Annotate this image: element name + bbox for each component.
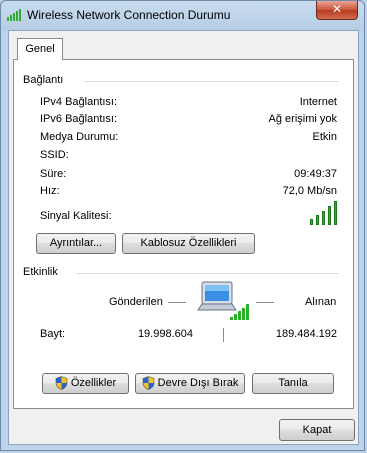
tab-genel[interactable]: Genel [17, 38, 63, 60]
bytes-sent-value: 19.998.604 [137, 328, 193, 340]
close-button[interactable]: Kapat [279, 419, 355, 441]
sent-label: Gönderilen [109, 296, 163, 308]
window-close-button[interactable]: ✕ [316, 1, 358, 20]
signal-bar-5 [334, 201, 337, 225]
wireless-properties-button[interactable]: Kablosuz Özellikleri [122, 233, 255, 254]
speed-label: Hız: [40, 185, 60, 197]
connection-section-title: Bağlantı [23, 74, 64, 86]
ssid-label: SSID: [40, 149, 69, 161]
bytes-label: Bayt: [40, 328, 66, 340]
sent-line [168, 302, 186, 303]
received-line [256, 302, 274, 303]
media-state-value: Etkin [312, 131, 337, 143]
network-computer-icon [197, 281, 249, 320]
tab-panel-genel: Bağlantı IPv4 Bağlantısı: Internet IPv6 … [13, 59, 354, 409]
dialog-client-area: Genel Bağlantı IPv4 Bağlantısı: Internet… [8, 30, 359, 445]
activity-divider [76, 273, 339, 274]
details-button[interactable]: Ayrıntılar... [36, 233, 116, 254]
shield-icon [55, 375, 68, 390]
title-bar[interactable]: Wireless Network Connection Durumu ✕ [1, 1, 364, 29]
ipv4-value: Internet [299, 96, 337, 108]
disable-button-label: Devre Dışı Bırak [157, 377, 239, 389]
ipv6-label: IPv6 Bağlantısı: [40, 113, 118, 125]
signal-bar-2 [316, 215, 319, 225]
signal-quality-bars-icon [310, 201, 340, 225]
bytes-divider [223, 328, 224, 342]
ipv6-value: Ağ erişimi yok [268, 113, 337, 125]
signal-quality-label: Sinyal Kalitesi: [40, 210, 112, 222]
shield-icon [142, 375, 154, 390]
wireless-signal-icon [7, 9, 21, 21]
status-window: Wireless Network Connection Durumu ✕ Gen… [0, 0, 365, 451]
signal-bar-3 [322, 211, 325, 225]
duration-value: 09:49:37 [294, 168, 337, 180]
speed-value: 72,0 Mb/sn [282, 185, 337, 197]
duration-label: Süre: [40, 168, 67, 180]
window-title: Wireless Network Connection Durumu [27, 8, 231, 22]
media-state-label: Medya Durumu: [40, 131, 119, 143]
bytes-received-value: 189.484.192 [275, 328, 337, 340]
ipv4-label: IPv4 Bağlantısı: [40, 96, 118, 108]
signal-bar-4 [328, 206, 331, 225]
properties-button[interactable]: Özellikler [42, 373, 129, 394]
received-label: Alınan [305, 296, 337, 308]
activity-section-title: Etkinlik [23, 266, 58, 278]
signal-bar-1 [310, 219, 313, 225]
diagnose-button[interactable]: Tanıla [252, 373, 334, 394]
disable-button[interactable]: Devre Dışı Bırak [135, 373, 245, 394]
properties-button-label: Özellikler [70, 377, 117, 389]
connection-divider [84, 81, 339, 82]
